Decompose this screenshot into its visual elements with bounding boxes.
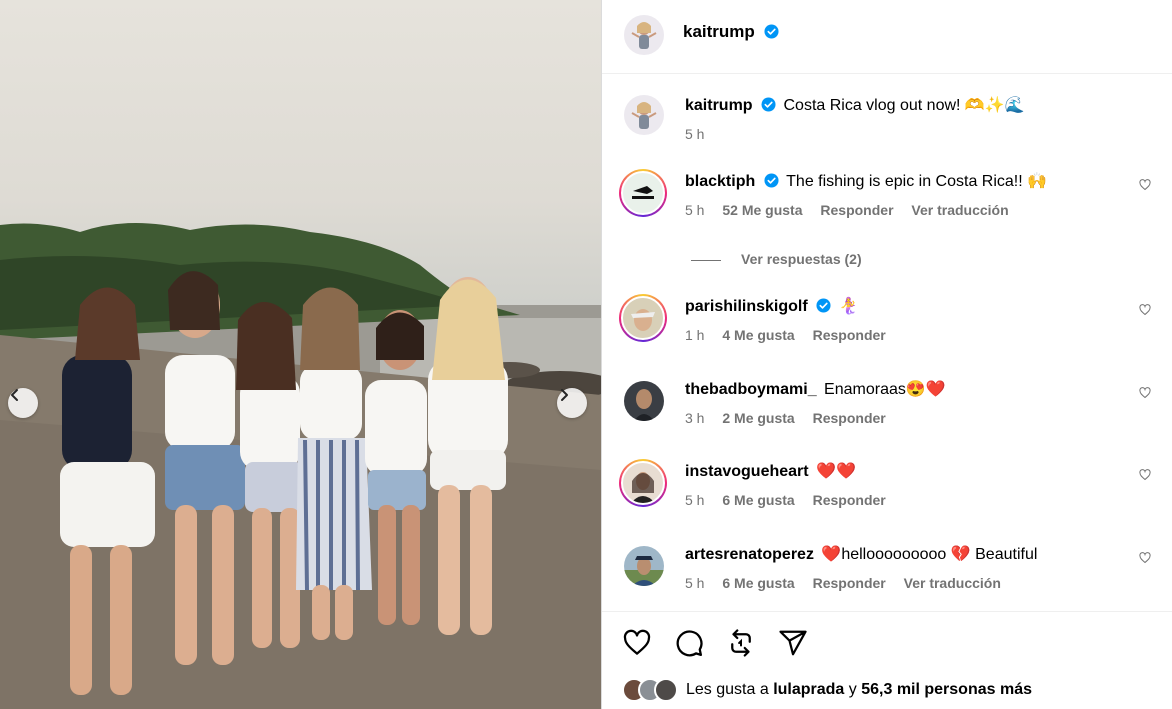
- chevron-right-icon: [561, 389, 568, 401]
- comment-username[interactable]: parishilinskigolf: [685, 298, 808, 315]
- comment-text: ❤️hellooooooooo 💔 Beautiful: [821, 546, 1038, 563]
- comment-avatar[interactable]: [619, 459, 667, 507]
- reply-button[interactable]: Responder: [813, 492, 886, 508]
- heart-icon[interactable]: [622, 628, 652, 658]
- comment-avatar[interactable]: [624, 546, 664, 586]
- post-side-panel: kaitrump kaitrump Costa Rica vlog out no…: [601, 0, 1172, 709]
- reply-button[interactable]: Responder: [820, 202, 893, 218]
- comment-like-heart-icon[interactable]: [1139, 179, 1151, 191]
- view-replies-button[interactable]: Ver respuestas (2): [691, 251, 862, 267]
- comment-like-heart-icon[interactable]: [1139, 552, 1151, 564]
- likes-summary[interactable]: Les gusta a lulaprada y 56,3 mil persona…: [622, 678, 1032, 702]
- likes-conjunction: y: [848, 681, 857, 698]
- comments-list: kaitrump Costa Rica vlog out now! 🫶✨🌊 5 …: [602, 75, 1172, 610]
- comment-likes-count[interactable]: 2 Me gusta: [722, 410, 794, 426]
- reply-button[interactable]: Responder: [813, 327, 886, 343]
- caption-username[interactable]: kaitrump: [685, 97, 753, 114]
- comment-time: 3 h: [685, 410, 705, 426]
- comment-username[interactable]: instavogueheart: [685, 463, 809, 480]
- comment-username[interactable]: artesrenatoperez: [685, 546, 814, 563]
- post-header: kaitrump: [602, 0, 1172, 74]
- liker-avatar: [654, 678, 678, 702]
- comment-text: 🧜‍♀️: [838, 298, 859, 315]
- comment-avatar[interactable]: [624, 381, 664, 421]
- verified-badge-icon: [764, 173, 779, 188]
- beach-photo: [0, 222, 601, 709]
- comment-text: The fishing is epic in Costa Rica!! 🙌: [786, 173, 1048, 190]
- comment-text: Enamoraas😍❤️: [824, 381, 946, 398]
- comment-avatar[interactable]: [619, 169, 667, 217]
- verified-badge-icon: [816, 298, 831, 313]
- comment-time: 1 h: [685, 327, 705, 343]
- author-avatar[interactable]: [624, 15, 664, 55]
- post-footer: Les gusta a lulaprada y 56,3 mil persona…: [602, 611, 1172, 709]
- chevron-left-icon: [11, 389, 18, 401]
- comment-like-heart-icon[interactable]: [1139, 304, 1151, 316]
- action-bar: [622, 628, 808, 658]
- comment-text: ❤️❤️: [816, 463, 856, 480]
- comment-like-heart-icon[interactable]: [1139, 469, 1151, 481]
- comment-time: 5 h: [685, 202, 705, 218]
- verified-badge-icon: [764, 24, 779, 39]
- next-photo-button[interactable]: [557, 388, 587, 418]
- share-icon[interactable]: [778, 628, 808, 658]
- comment-likes-count[interactable]: 6 Me gusta: [722, 492, 794, 508]
- comment-time: 5 h: [685, 575, 705, 591]
- comment-username[interactable]: thebadboymami_: [685, 381, 817, 398]
- caption-time: 5 h: [685, 126, 705, 142]
- post-media: [0, 0, 601, 709]
- comment-time: 5 h: [685, 492, 705, 508]
- translate-button[interactable]: Ver traducción: [904, 575, 1001, 591]
- caption-avatar[interactable]: [624, 95, 664, 135]
- reply-button[interactable]: Responder: [813, 410, 886, 426]
- comment-like-heart-icon[interactable]: [1139, 387, 1151, 399]
- likes-prefix: Les gusta a: [686, 681, 769, 698]
- comment-likes-count[interactable]: 52 Me gusta: [722, 202, 802, 218]
- comment-icon[interactable]: [674, 628, 704, 658]
- caption-text: Costa Rica vlog out now! 🫶✨🌊: [783, 97, 1025, 114]
- translate-button[interactable]: Ver traducción: [911, 202, 1008, 218]
- author-username[interactable]: kaitrump: [683, 22, 779, 42]
- repost-icon[interactable]: [726, 628, 756, 658]
- likes-others-count[interactable]: 56,3 mil personas más: [861, 681, 1032, 698]
- previous-photo-button[interactable]: [8, 388, 38, 418]
- verified-badge-icon: [761, 97, 776, 112]
- comment-username[interactable]: blacktiph: [685, 173, 755, 190]
- comment-likes-count[interactable]: 4 Me gusta: [722, 327, 794, 343]
- reply-button[interactable]: Responder: [813, 575, 886, 591]
- comment-likes-count[interactable]: 6 Me gusta: [722, 575, 794, 591]
- liker-username[interactable]: lulaprada: [773, 681, 844, 698]
- comment-avatar[interactable]: [619, 294, 667, 342]
